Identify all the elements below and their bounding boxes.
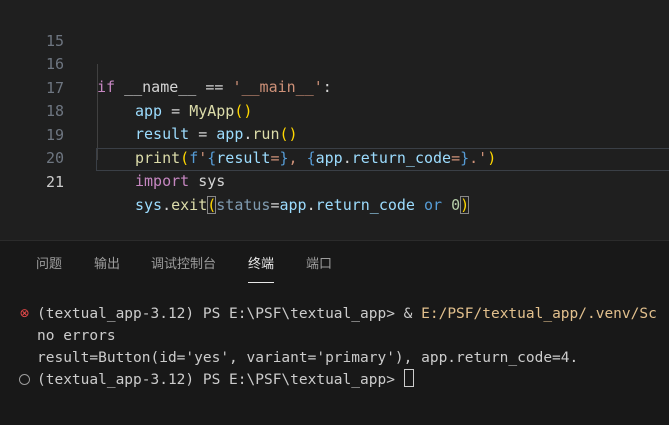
code-line-18[interactable]: 18 result = app.run()	[0, 77, 669, 143]
terminal-line: no errors	[37, 328, 116, 344]
bottom-panel: 问题 输出 调试控制台 终端 端口 ⊗ (textual_app-3.12) P…	[0, 240, 669, 425]
code-text: sys.exit(status=app.return_code or 0)	[135, 196, 470, 214]
code-editor[interactable]: 15 16 if __name__ == '__main__': 17 app …	[0, 0, 669, 240]
tab-output[interactable]: 输出	[94, 255, 120, 275]
circle-outline-icon[interactable]	[19, 374, 30, 385]
terminal-line: (textual_app-3.12) PS E:\PSF\textual_app…	[37, 306, 657, 322]
error-circle-icon[interactable]: ⊗	[19, 307, 30, 319]
code-line-17[interactable]: 17 app = MyApp()	[0, 54, 669, 120]
terminal-cursor	[403, 369, 414, 387]
code-line-20[interactable]: 20 import sys	[0, 124, 669, 190]
code-text: import sys	[135, 172, 226, 190]
file-path-link[interactable]: E:/PSF/textual_app/.venv/Sc	[421, 306, 657, 322]
line-number: 21	[45, 173, 64, 191]
code-line-19[interactable]: 19 print(f'{result=}, {app.return_code=}…	[0, 101, 669, 167]
panel-tabs: 问题 输出 调试控制台 终端 端口	[0, 241, 669, 289]
tab-problems[interactable]: 问题	[36, 255, 62, 275]
tab-ports[interactable]: 端口	[306, 255, 332, 275]
terminal-line: result=Button(id='yes', variant='primary…	[37, 350, 579, 366]
code-line-21[interactable]: 21 sys.exit(status=app.return_code or 0)	[0, 148, 669, 214]
matched-bracket-close: )	[460, 196, 470, 214]
matched-bracket-open: (	[207, 196, 217, 214]
code-line-15[interactable]: 15	[0, 7, 669, 50]
tab-debug-console[interactable]: 调试控制台	[151, 255, 216, 275]
tab-terminal[interactable]: 终端	[248, 255, 275, 283]
code-line-16[interactable]: 16 if __name__ == '__main__':	[0, 30, 669, 96]
terminal-prompt-line[interactable]: (textual_app-3.12) PS E:\PSF\textual_app…	[37, 369, 414, 391]
